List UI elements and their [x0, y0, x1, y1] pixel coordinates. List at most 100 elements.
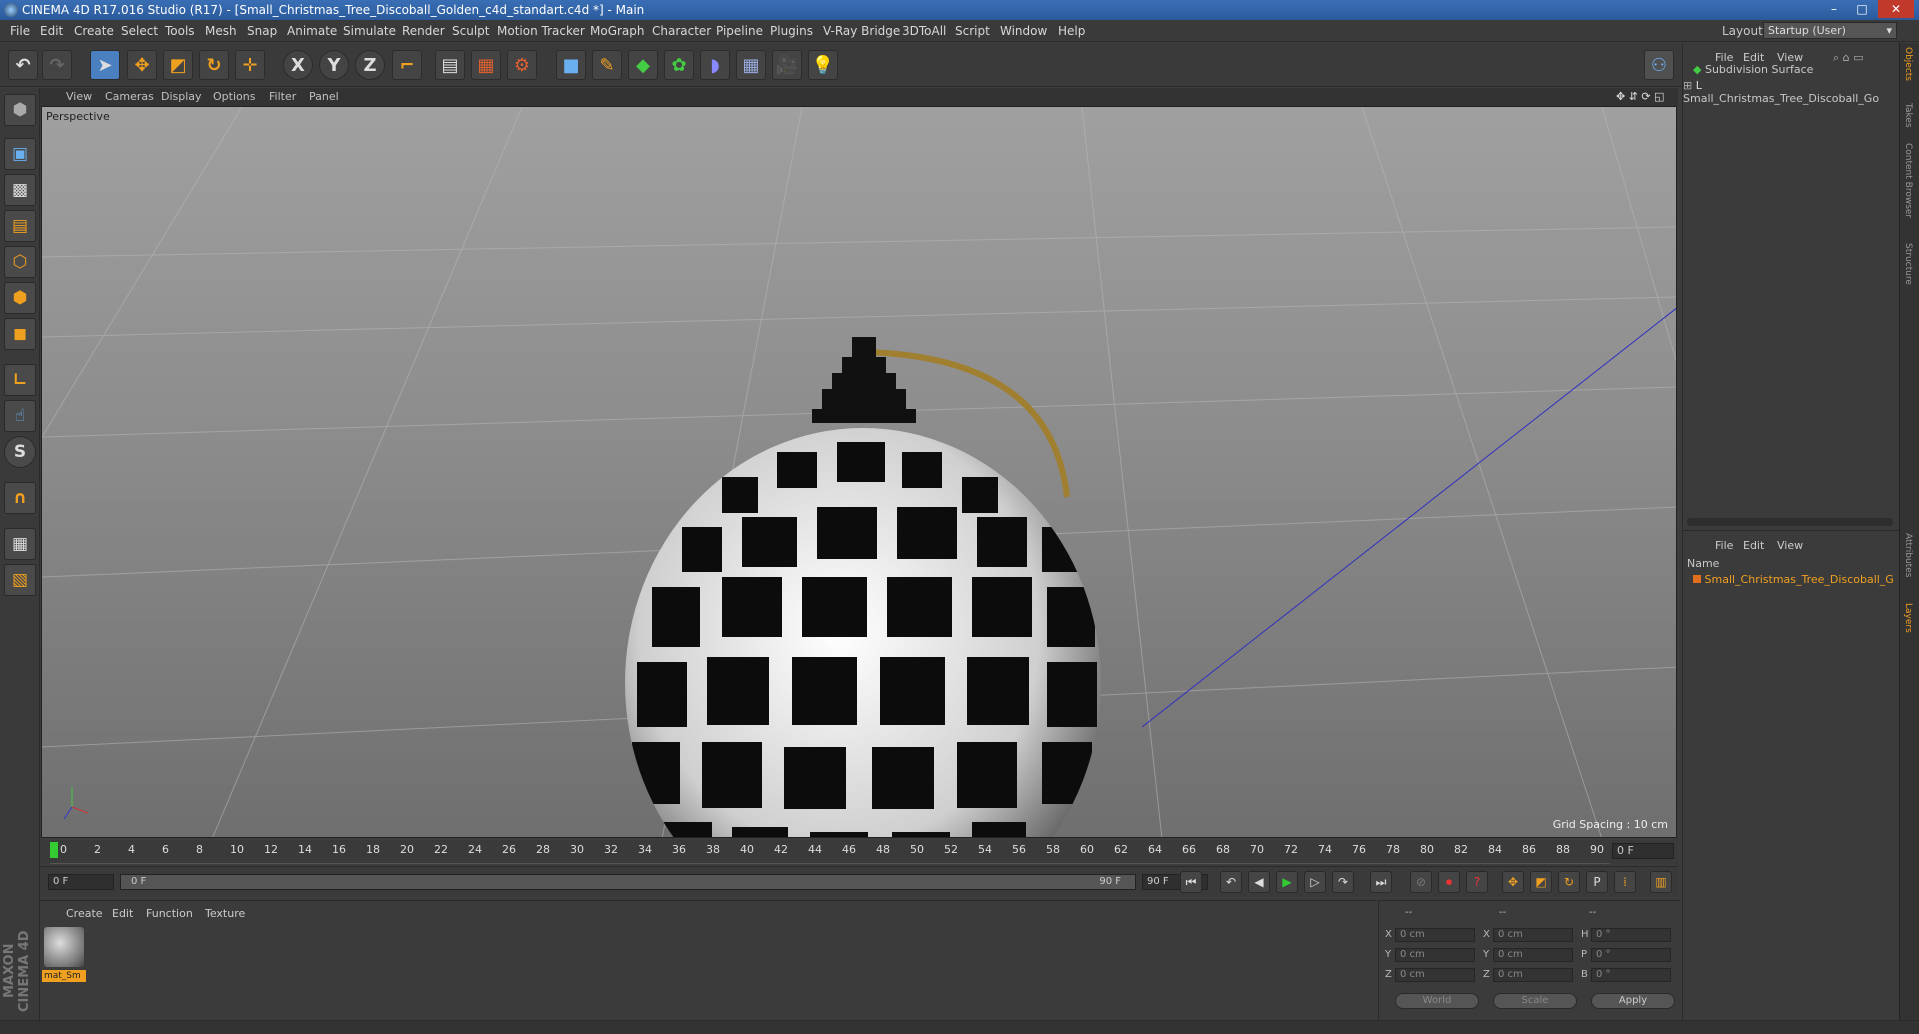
menu-edit[interactable]: Edit: [40, 24, 63, 38]
x-axis-icon[interactable]: X: [283, 50, 313, 80]
polygons-mode-icon[interactable]: ◼: [4, 318, 36, 350]
3d-viewport[interactable]: Perspective Grid Spacing : 10 cm: [41, 106, 1677, 838]
position-x-field[interactable]: 0 cm: [1395, 928, 1475, 942]
menu-motion-tracker[interactable]: Motion Tracker: [497, 24, 585, 38]
layers-menu-edit[interactable]: Edit: [1743, 539, 1764, 552]
transform-icon[interactable]: ✛: [235, 50, 265, 80]
menu-plugins[interactable]: Plugins: [770, 24, 813, 38]
material-menu-texture[interactable]: Texture: [205, 907, 245, 920]
expand-icon[interactable]: ⊞: [1683, 79, 1692, 92]
camera-icon[interactable]: 🎥: [772, 50, 802, 80]
tab-attributes[interactable]: Attributes: [1903, 533, 1913, 577]
frame-range-slider[interactable]: 0 F 90 F: [120, 874, 1136, 890]
menu-simulate[interactable]: Simulate: [343, 24, 396, 38]
viewport-menu-filter[interactable]: Filter: [269, 90, 296, 103]
play-icon[interactable]: ▶: [1276, 871, 1298, 893]
position-y-field[interactable]: 0 cm: [1395, 948, 1475, 962]
maximize-button[interactable]: □: [1848, 0, 1876, 18]
next-key-icon[interactable]: ↷: [1332, 871, 1354, 893]
menu-render[interactable]: Render: [402, 24, 445, 38]
grid-snap-icon[interactable]: ▧: [4, 564, 36, 596]
magnet-icon[interactable]: ∩: [4, 482, 36, 514]
axis-mode-icon[interactable]: ∟: [4, 364, 36, 396]
points-mode-icon[interactable]: ⬡: [4, 246, 36, 278]
material-menu-create[interactable]: Create: [66, 907, 103, 920]
size-z-field[interactable]: 0 cm: [1493, 968, 1573, 982]
menu-vray-bridge[interactable]: V-Ray Bridge: [823, 24, 900, 38]
menu-mesh[interactable]: Mesh: [205, 24, 237, 38]
minimize-button[interactable]: –: [1820, 0, 1848, 18]
frame-ruler[interactable]: 0 2 4 6 8 10 12 14 16 18 20 22 24 26 28 …: [50, 840, 1610, 864]
layers-menu-view[interactable]: View: [1777, 539, 1803, 552]
key-scale-icon[interactable]: ◩: [1530, 871, 1552, 893]
material-menu-function[interactable]: Function: [146, 907, 193, 920]
rotate-icon[interactable]: ↻: [199, 50, 229, 80]
render-region-icon[interactable]: ▦: [471, 50, 501, 80]
apply-button[interactable]: Apply: [1591, 993, 1675, 1009]
material-menu-edit[interactable]: Edit: [112, 907, 133, 920]
redo-icon[interactable]: ↷: [42, 50, 72, 80]
undo-icon[interactable]: ↶: [8, 50, 38, 80]
record-keys-icon[interactable]: ⏺: [1438, 871, 1460, 893]
key-position-icon[interactable]: ✥: [1502, 871, 1524, 893]
rotation-h-field[interactable]: 0 °: [1591, 928, 1671, 942]
current-frame-field[interactable]: 0 F: [1612, 843, 1674, 859]
timeline-window-icon[interactable]: ▥: [1650, 871, 1672, 893]
layout-select[interactable]: Startup (User) ▾: [1763, 22, 1897, 39]
size-y-field[interactable]: 0 cm: [1493, 948, 1573, 962]
menu-animate[interactable]: Animate: [287, 24, 337, 38]
scale-select[interactable]: Scale: [1493, 993, 1577, 1009]
cube-icon[interactable]: ■: [556, 50, 586, 80]
timeline-ruler[interactable]: 0 2 4 6 8 10 12 14 16 18 20 22 24 26 28 …: [40, 840, 1678, 864]
workplane-lock-icon[interactable]: ▦: [4, 528, 36, 560]
menu-mograph[interactable]: MoGraph: [590, 24, 645, 38]
menu-character[interactable]: Character: [652, 24, 711, 38]
key-pla-icon[interactable]: ⁞: [1614, 871, 1636, 893]
previous-key-icon[interactable]: ↶: [1220, 871, 1242, 893]
pen-icon[interactable]: ✎: [592, 50, 622, 80]
menu-script[interactable]: Script: [955, 24, 990, 38]
deformer-icon[interactable]: ◗: [700, 50, 730, 80]
model-mode-icon[interactable]: ▣: [4, 138, 36, 170]
close-button[interactable]: ✕: [1878, 0, 1914, 18]
menu-3dtoall[interactable]: 3DToAll: [902, 24, 946, 38]
render-settings-icon[interactable]: ⚙: [507, 50, 537, 80]
python-icon[interactable]: ⚇: [1644, 50, 1674, 80]
menu-tools[interactable]: Tools: [165, 24, 195, 38]
menu-window[interactable]: Window: [1000, 24, 1047, 38]
make-editable-icon[interactable]: ⬢: [4, 94, 36, 126]
key-rotation-icon[interactable]: ↻: [1558, 871, 1580, 893]
snap-icon[interactable]: S: [4, 436, 36, 468]
viewport-menu-display[interactable]: Display: [161, 90, 202, 103]
tab-structure[interactable]: Structure: [1903, 243, 1913, 285]
tab-takes[interactable]: Takes: [1903, 103, 1913, 128]
menu-help[interactable]: Help: [1058, 24, 1085, 38]
position-z-field[interactable]: 0 cm: [1395, 968, 1475, 982]
floor-icon[interactable]: ▦: [736, 50, 766, 80]
z-axis-icon[interactable]: Z: [355, 50, 385, 80]
select-arrow-icon[interactable]: ➤: [90, 50, 120, 80]
material-name-label[interactable]: mat_Sm: [42, 970, 86, 982]
y-axis-icon[interactable]: Y: [319, 50, 349, 80]
world-select[interactable]: World: [1395, 993, 1479, 1009]
menu-file[interactable]: File: [10, 24, 30, 38]
texture-mode-icon[interactable]: ▩: [4, 174, 36, 206]
go-to-end-icon[interactable]: ⏭: [1370, 871, 1392, 893]
auto-key-icon[interactable]: ?: [1466, 871, 1488, 893]
viewport-menu-cameras[interactable]: Cameras: [105, 90, 154, 103]
search-icon[interactable]: ⌕ ⌂ ▭: [1833, 51, 1864, 65]
viewport-menu-panel[interactable]: Panel: [309, 90, 339, 103]
previous-frame-icon[interactable]: ◀: [1248, 871, 1270, 893]
viewport-nav-icons[interactable]: ✥ ⇵ ⟳ ◱: [1616, 90, 1665, 103]
object-row-discoball[interactable]: ⊞ L Small_Christmas_Tree_Discoball_Go: [1683, 79, 1899, 105]
playhead-marker[interactable]: [50, 842, 58, 858]
workplane-icon[interactable]: ▤: [4, 210, 36, 242]
tweak-mode-icon[interactable]: ☝: [4, 400, 36, 432]
move-icon[interactable]: ✥: [127, 50, 157, 80]
motion-record-icon[interactable]: ⊘: [1410, 871, 1432, 893]
scale-icon[interactable]: ◩: [163, 50, 193, 80]
object-row-subdivision[interactable]: ◆ Subdivision Surface: [1693, 63, 1813, 76]
key-param-icon[interactable]: P: [1586, 871, 1608, 893]
go-to-start-icon[interactable]: ⏮: [1180, 871, 1202, 893]
menu-pipeline[interactable]: Pipeline: [716, 24, 763, 38]
